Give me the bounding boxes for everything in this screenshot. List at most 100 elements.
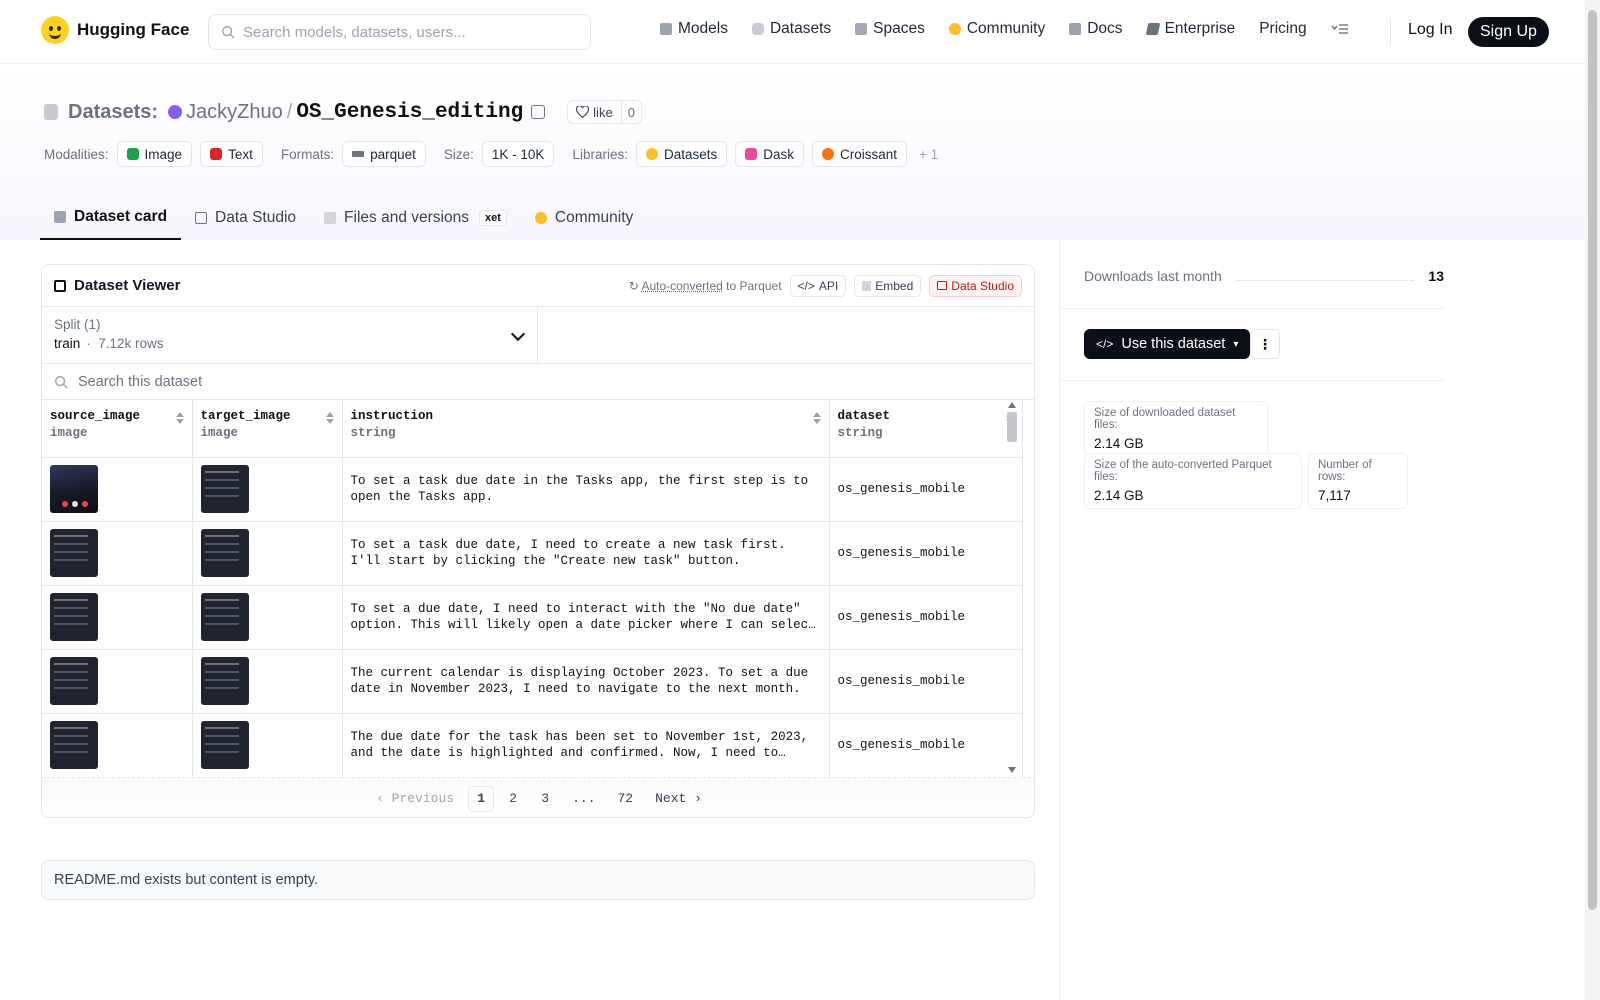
tag-library-dask[interactable]: Dask [735, 141, 805, 167]
nav-community[interactable]: Community [948, 20, 1046, 38]
signup-button[interactable]: Sign Up [1468, 17, 1549, 47]
page-scrollbar[interactable] [1585, 0, 1600, 1000]
data-studio-button[interactable]: Data Studio [929, 274, 1022, 297]
nav-more-menu[interactable] [1331, 23, 1349, 35]
column-header-target-image[interactable]: target_image image [192, 400, 343, 458]
tab-files-and-versions[interactable]: Files and versions xet [310, 196, 521, 240]
cell-instruction[interactable]: To set a task due date, I need to create… [342, 521, 830, 586]
target-image-thumbnail[interactable] [200, 593, 249, 641]
table-row[interactable]: To set a due date, I need to interact wi… [42, 585, 1023, 650]
hf-logo-link[interactable]: Hugging Face [41, 16, 189, 44]
dataset-owner-link[interactable]: JackyZhuo [186, 101, 283, 124]
previous-page-button[interactable]: ‹ Previous [368, 786, 462, 812]
global-search-input[interactable] [243, 23, 583, 41]
more-options-button[interactable]: ⋮ [1250, 329, 1280, 359]
page-scrollbar-thumb[interactable] [1588, 10, 1597, 910]
sort-icon[interactable] [175, 412, 184, 424]
embed-button[interactable]: Embed [854, 274, 922, 297]
cell-target-image[interactable] [192, 521, 343, 586]
table-row[interactable]: The due date for the task has been set t… [42, 713, 1023, 778]
refresh-icon: ↻ [628, 278, 639, 293]
sort-icon[interactable] [812, 412, 821, 424]
source-image-thumbnail[interactable] [50, 465, 98, 513]
cell-target-image[interactable] [192, 457, 343, 522]
table-scrollbar-thumb[interactable] [1007, 412, 1017, 442]
tag-format-parquet[interactable]: parquet [342, 141, 426, 167]
brand-name: Hugging Face [77, 20, 190, 39]
datasets-prefix[interactable]: Datasets: [68, 101, 158, 124]
like-toggle[interactable]: like [568, 101, 622, 123]
nav-datasets[interactable]: Datasets [751, 20, 831, 38]
tag-size[interactable]: 1K - 10K [481, 141, 555, 167]
dataset-search-input[interactable] [78, 373, 678, 390]
nav-enterprise[interactable]: Enterprise [1145, 20, 1235, 38]
auto-converted-link[interactable]: Auto-converted [641, 279, 722, 293]
page-button-3[interactable]: 3 [532, 786, 558, 812]
sidebar-divider [1059, 240, 1060, 1000]
cell-dataset[interactable]: os_genesis_mobile [829, 649, 1023, 714]
column-header-instruction[interactable]: instruction string [342, 400, 830, 458]
table-scrollbar[interactable] [1004, 400, 1018, 775]
target-image-thumbnail[interactable] [200, 465, 249, 513]
table-row[interactable]: The current calendar is displaying Octob… [42, 649, 1023, 714]
cell-target-image[interactable] [192, 585, 343, 650]
target-image-thumbnail[interactable] [200, 721, 249, 769]
cell-instruction[interactable]: To set a task due date in the Tasks app,… [342, 457, 830, 522]
nav-pricing[interactable]: Pricing [1259, 20, 1306, 38]
login-link[interactable]: Log In [1408, 21, 1452, 39]
cell-target-image[interactable] [192, 713, 343, 778]
tag-library-datasets[interactable]: Datasets [635, 141, 728, 167]
cell-instruction[interactable]: To set a due date, I need to interact wi… [342, 585, 830, 650]
nav-models[interactable]: Models [660, 20, 728, 38]
page-button-2[interactable]: 2 [500, 786, 526, 812]
dataset-search[interactable] [42, 364, 1034, 400]
like-button[interactable]: like 0 [567, 100, 642, 124]
cell-instruction[interactable]: The current calendar is displaying Octob… [342, 649, 830, 714]
cell-target-image[interactable] [192, 649, 343, 714]
page-button-72[interactable]: 72 [610, 786, 642, 812]
source-image-thumbnail[interactable] [50, 657, 98, 705]
nav-docs[interactable]: Docs [1069, 20, 1123, 38]
target-image-thumbnail[interactable] [200, 657, 249, 705]
column-header-dataset[interactable]: dataset string [829, 400, 1023, 458]
cell-instruction[interactable]: The due date for the task has been set t… [342, 713, 830, 778]
cell-source-image[interactable] [42, 457, 193, 522]
target-image-thumbnail[interactable] [200, 529, 249, 577]
table-row[interactable]: To set a task due date in the Tasks app,… [42, 457, 1023, 522]
like-count[interactable]: 0 [622, 105, 641, 120]
use-this-dataset-button[interactable]: </> Use this dataset ▾ [1084, 329, 1251, 359]
cell-dataset[interactable]: os_genesis_mobile [829, 457, 1023, 522]
page-button-1[interactable]: 1 [468, 785, 495, 812]
cell-dataset[interactable]: os_genesis_mobile [829, 521, 1023, 586]
cell-source-image[interactable] [42, 713, 193, 778]
tag-modality-image[interactable]: Image [116, 141, 193, 167]
cell-source-image[interactable] [42, 649, 193, 714]
source-image-thumbnail[interactable] [50, 529, 98, 577]
book-icon [1069, 23, 1082, 35]
cell-dataset[interactable]: os_genesis_mobile [829, 713, 1023, 778]
sort-icon[interactable] [325, 412, 334, 424]
scroll-down-arrow-icon[interactable] [1008, 767, 1016, 773]
next-page-button[interactable]: Next › [647, 786, 710, 812]
tag-modality-text[interactable]: Text [200, 141, 263, 167]
cell-source-image[interactable] [42, 521, 193, 586]
scroll-up-arrow-icon[interactable] [1008, 402, 1016, 408]
cell-dataset[interactable]: os_genesis_mobile [829, 585, 1023, 650]
global-search[interactable] [208, 14, 591, 50]
column-header-source-image[interactable]: source_image image [42, 400, 193, 458]
copy-icon[interactable] [531, 105, 546, 119]
tab-data-studio[interactable]: Data Studio [181, 196, 310, 240]
dataset-name-link[interactable]: OS_Genesis_editing [296, 101, 523, 124]
tab-dataset-card[interactable]: Dataset card [40, 196, 182, 240]
table-row[interactable]: To set a task due date, I need to create… [42, 521, 1023, 586]
more-tags-button[interactable]: + 1 [919, 147, 938, 162]
source-image-thumbnail[interactable] [50, 721, 98, 769]
source-image-thumbnail[interactable] [50, 593, 98, 641]
split-selector[interactable]: Split (1) train · 7.12k rows [42, 307, 538, 363]
api-button[interactable]: </> API [789, 274, 847, 297]
nav-spaces[interactable]: Spaces [855, 20, 925, 38]
cell-source-image[interactable] [42, 585, 193, 650]
tag-library-croissant[interactable]: Croissant [812, 141, 908, 167]
tab-community[interactable]: Community [521, 196, 647, 240]
nav-community-label: Community [966, 20, 1046, 37]
